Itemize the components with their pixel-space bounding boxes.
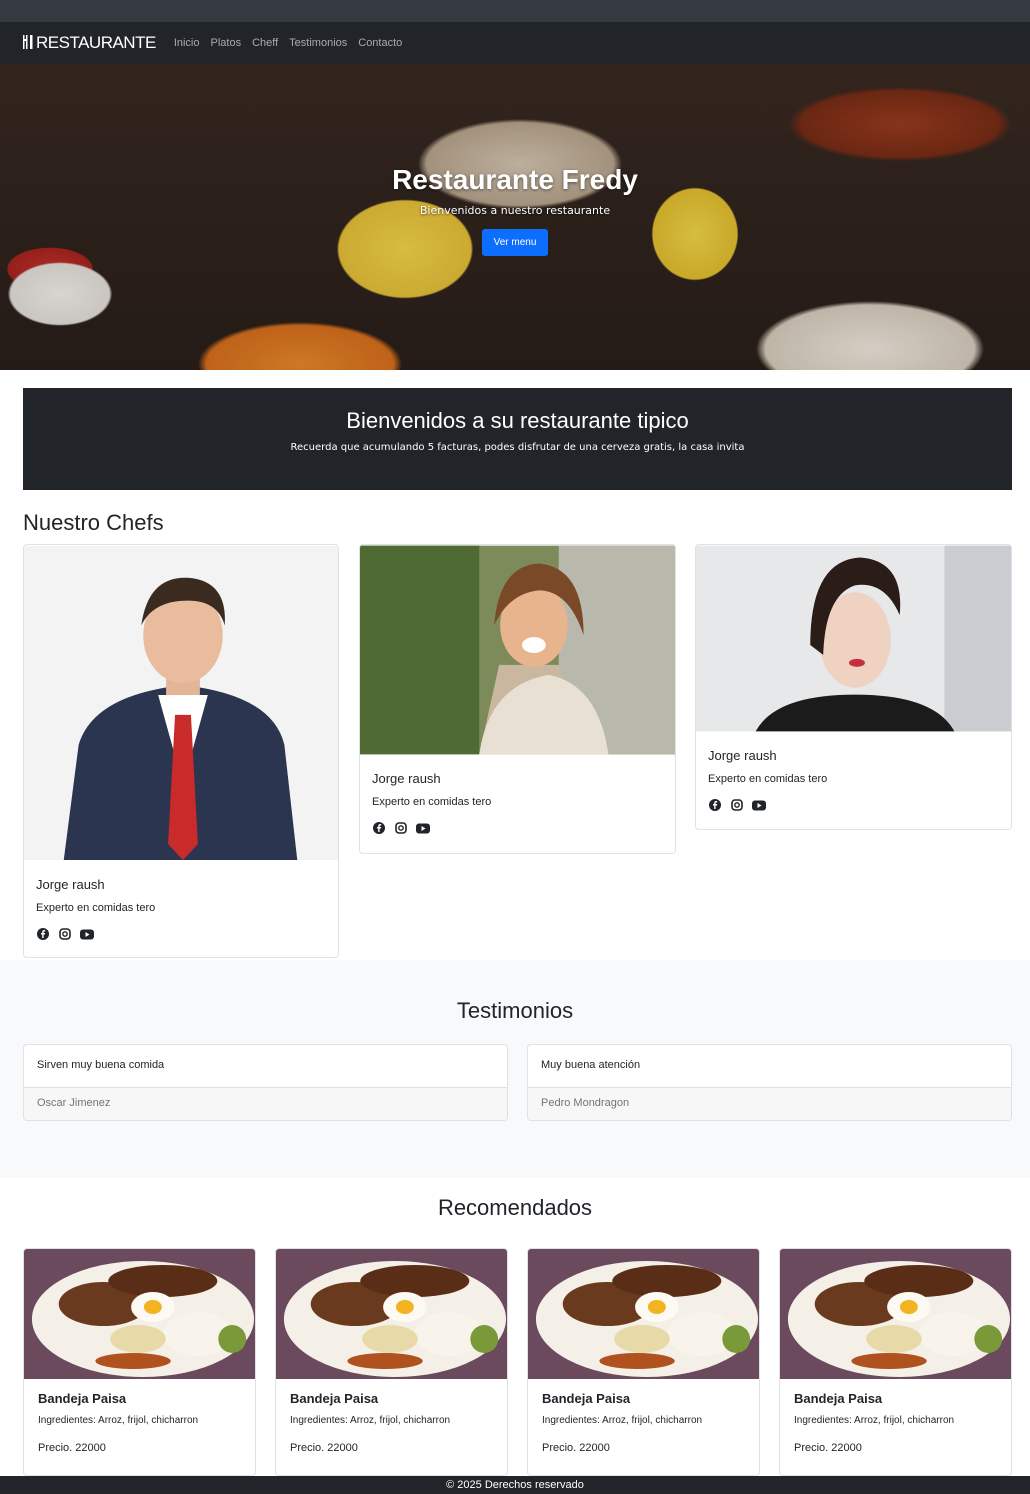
nav-link-cheff[interactable]: Cheff: [252, 37, 278, 49]
hero-content: Restaurante Fredy Bienvenidos a nuestro …: [0, 164, 1030, 256]
brand-label: RESTAURANTE: [36, 33, 156, 52]
dish-ingredients: Ingredientes: Arroz, frijol, chicharron: [290, 1415, 451, 1426]
chef-card-body: Jorge raush Experto en comidas tero: [360, 759, 675, 846]
testimonial-quote: Sirven muy buena comida: [24, 1045, 507, 1088]
nav-link-inicio[interactable]: Inicio: [174, 37, 200, 49]
dish-card: Bandeja Paisa Ingredientes: Arroz, frijo…: [275, 1248, 508, 1476]
nav-link-platos[interactable]: Platos: [211, 37, 242, 49]
testimonial-quote: Muy buena atención: [528, 1045, 1011, 1088]
instagram-icon[interactable]: [58, 928, 72, 940]
welcome-title: Bienvenidos a su restaurante tipico: [346, 408, 689, 433]
hero-banner: Restaurante Fredy Bienvenidos a nuestro …: [0, 64, 1030, 370]
dish-price: Precio. 22000: [542, 1442, 610, 1454]
youtube-icon[interactable]: [416, 822, 430, 834]
dish-photo: [780, 1249, 1011, 1379]
chef-card-body: Jorge raush Experto en comidas tero: [696, 736, 1011, 823]
dish-name: Bandeja Paisa: [542, 1391, 631, 1406]
dish-card: Bandeja Paisa Ingredientes: Arroz, frijo…: [23, 1248, 256, 1476]
chefs-section-title: Nuestro Chefs: [23, 510, 164, 535]
dish-body: Bandeja Paisa Ingredientes: Arroz, frijo…: [528, 1379, 759, 1466]
chef-social-links: [36, 928, 326, 940]
dish-name: Bandeja Paisa: [290, 1391, 379, 1406]
browser-top-strip: [0, 0, 1030, 22]
chef-description: Experto en comidas tero: [708, 773, 828, 785]
brand-link[interactable]: RESTAURANTE: [22, 33, 156, 53]
testimonial-card: Sirven muy buena comida Oscar Jimenez: [23, 1044, 508, 1121]
dish-ingredients: Ingredientes: Arroz, frijol, chicharron: [542, 1415, 703, 1426]
dish-body: Bandeja Paisa Ingredientes: Arroz, frijo…: [276, 1379, 507, 1466]
chef-photo: [360, 545, 675, 755]
testimonial-card: Muy buena atención Pedro Mondragon: [527, 1044, 1012, 1121]
facebook-icon[interactable]: [36, 928, 50, 940]
youtube-icon[interactable]: [752, 799, 766, 811]
instagram-icon[interactable]: [730, 799, 744, 811]
chef-name: Jorge raush: [708, 748, 777, 763]
testimonial-author: Oscar Jimenez: [24, 1088, 507, 1120]
dish-price: Precio. 22000: [290, 1442, 358, 1454]
dish-price: Precio. 22000: [38, 1442, 106, 1454]
fork-knife-icon: [22, 34, 34, 52]
dish-body: Bandeja Paisa Ingredientes: Arroz, frijo…: [780, 1379, 1011, 1466]
instagram-icon[interactable]: [394, 822, 408, 834]
facebook-icon[interactable]: [708, 799, 722, 811]
footer-copyright: © 2025 Derechos reservado: [446, 1479, 584, 1491]
hero-subtitle: Bienvenidos a nuestro restaurante: [419, 204, 611, 217]
footer: © 2025 Derechos reservado: [0, 1476, 1030, 1494]
nav-link-contacto[interactable]: Contacto: [358, 37, 402, 49]
dish-price: Precio. 22000: [794, 1442, 862, 1454]
dish-card: Bandeja Paisa Ingredientes: Arroz, frijo…: [779, 1248, 1012, 1476]
dish-ingredients: Ingredientes: Arroz, frijol, chicharron: [794, 1415, 955, 1426]
dish-name: Bandeja Paisa: [794, 1391, 883, 1406]
chef-description: Experto en comidas tero: [36, 902, 156, 914]
dish-card: Bandeja Paisa Ingredientes: Arroz, frijo…: [527, 1248, 760, 1476]
dish-photo: [24, 1249, 255, 1379]
chef-social-links: [708, 799, 999, 811]
chef-card: Jorge raush Experto en comidas tero: [359, 544, 676, 854]
testimonials-title: Testimonios: [456, 998, 574, 1023]
testimonial-author: Pedro Mondragon: [528, 1088, 1011, 1120]
dish-name: Bandeja Paisa: [38, 1391, 127, 1406]
testimonials-section: Testimonios Sirven muy buena comida Osca…: [0, 960, 1030, 1178]
dish-photo: [528, 1249, 759, 1379]
dish-body: Bandeja Paisa Ingredientes: Arroz, frijo…: [24, 1379, 255, 1466]
chef-name: Jorge raush: [36, 877, 105, 892]
dish-photo: [276, 1249, 507, 1379]
nav-link-testimonios[interactable]: Testimonios: [289, 37, 347, 49]
youtube-icon[interactable]: [80, 928, 94, 940]
chef-card-body: Jorge raush Experto en comidas tero: [24, 865, 338, 952]
nav-links: Inicio Platos Cheff Testimonios Contacto: [174, 37, 402, 49]
navbar: RESTAURANTE Inicio Platos Cheff Testimon…: [0, 22, 1030, 64]
chef-card: Jorge raush Experto en comidas tero: [23, 544, 339, 958]
recommended-title: Recomendados: [437, 1195, 593, 1220]
hero-title: Restaurante Fredy: [392, 164, 638, 195]
chef-name: Jorge raush: [372, 771, 441, 786]
chef-card: Jorge raush Experto en comidas tero: [695, 544, 1012, 830]
chef-photo: [696, 545, 1011, 732]
chef-photo: [24, 546, 338, 860]
welcome-banner: Bienvenidos a su restaurante tipico Recu…: [23, 388, 1012, 490]
welcome-text: Recuerda que acumulando 5 facturas, pode…: [290, 442, 745, 453]
view-menu-button[interactable]: Ver menu: [481, 229, 549, 256]
chef-description: Experto en comidas tero: [372, 796, 492, 808]
dish-ingredients: Ingredientes: Arroz, frijol, chicharron: [38, 1415, 199, 1426]
facebook-icon[interactable]: [372, 822, 386, 834]
chef-social-links: [372, 822, 663, 834]
